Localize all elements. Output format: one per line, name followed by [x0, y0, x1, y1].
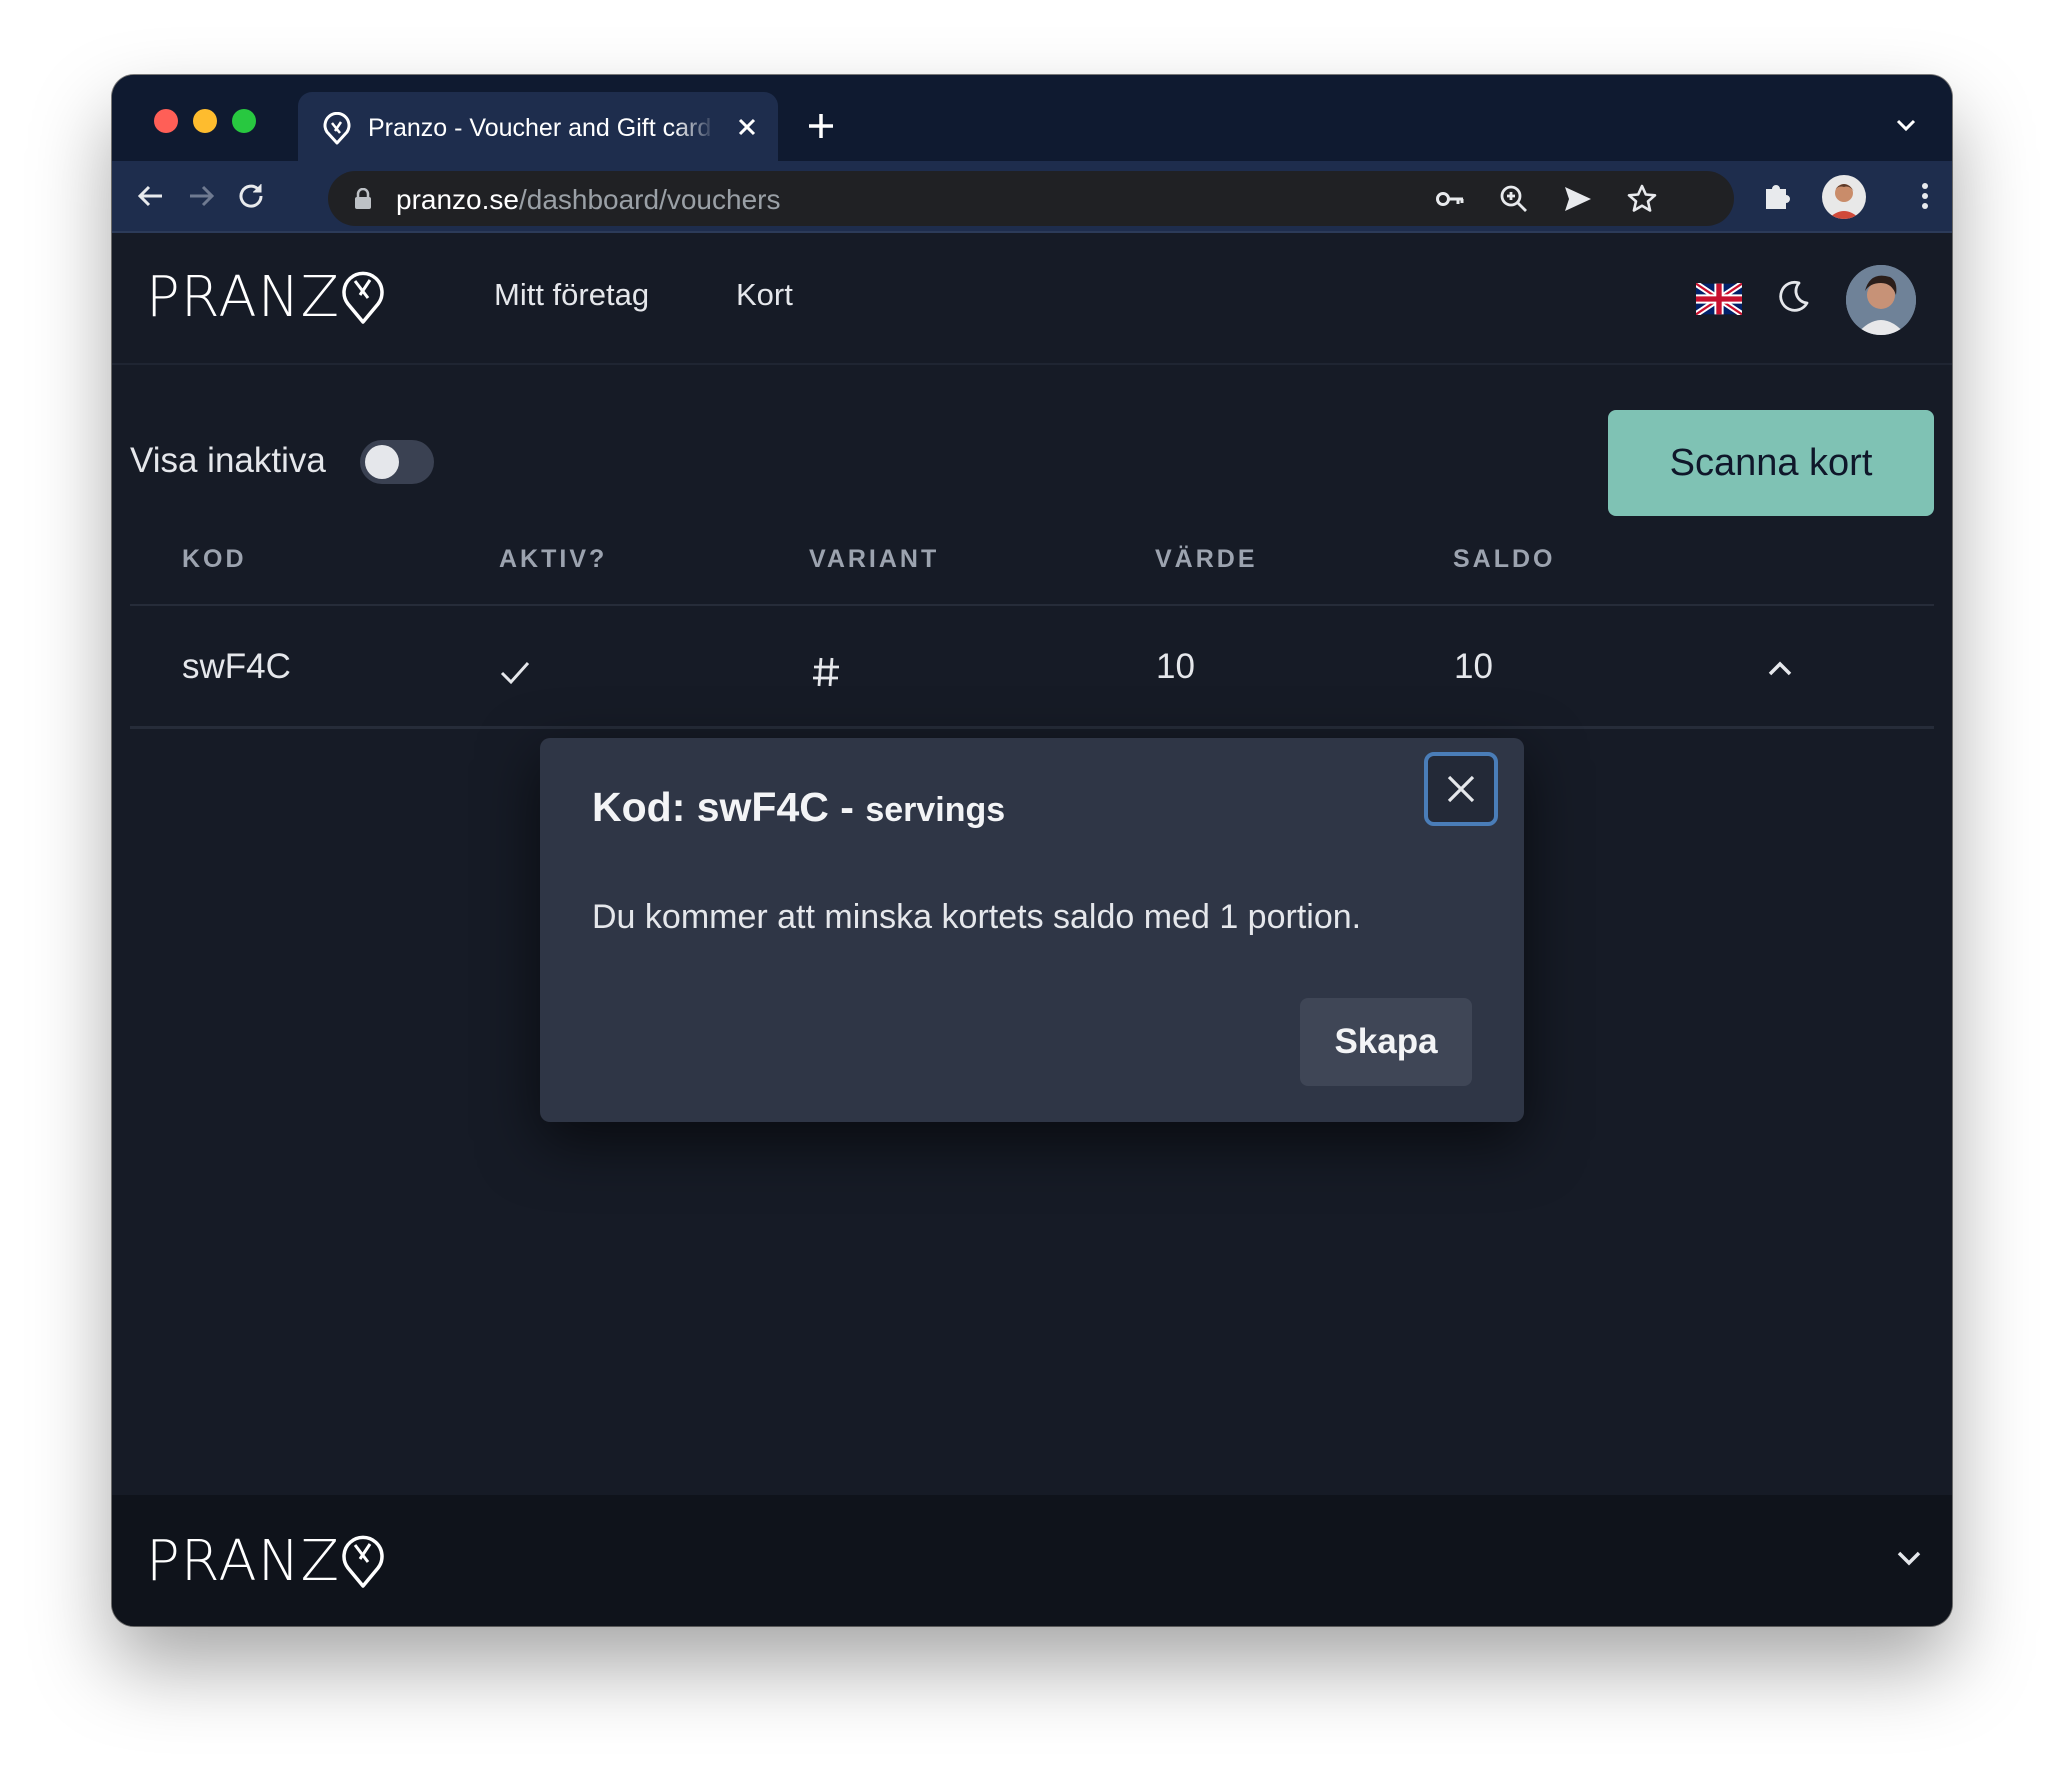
toggle-knob	[365, 445, 399, 479]
url-text: pranzo.se/dashboard/vouchers	[396, 184, 781, 215]
send-icon[interactable]	[1562, 183, 1594, 215]
create-button[interactable]: Skapa	[1300, 998, 1472, 1086]
reload-icon[interactable]	[234, 179, 268, 213]
close-icon	[1447, 775, 1475, 803]
minimize-window-button[interactable]	[193, 109, 217, 133]
footer-logo-pin-icon	[342, 1535, 385, 1588]
pranzo-favicon-icon	[323, 112, 351, 145]
show-inactive-label: Visa inaktiva	[130, 441, 326, 480]
column-header-code: KOD	[182, 545, 247, 573]
table-header-divider	[130, 604, 1934, 606]
table-row-divider	[130, 726, 1934, 729]
modal-close-button[interactable]	[1424, 752, 1498, 826]
column-header-value: VÄRDE	[1155, 545, 1258, 573]
modal-message: Du kommer att minska kortets saldo med 1…	[592, 898, 1362, 936]
chevron-up-icon[interactable]	[1764, 653, 1796, 685]
dark-mode-moon-icon[interactable]	[1775, 279, 1811, 315]
column-header-variant: VARIANT	[809, 545, 940, 573]
column-header-balance: SALDO	[1453, 545, 1556, 573]
pranzo-logo[interactable]: PRANZ	[146, 265, 386, 333]
site-footer: PRANZ	[112, 1495, 1952, 1626]
forward-arrow-icon[interactable]	[184, 179, 218, 213]
footer-chevron-down-icon[interactable]	[1894, 1543, 1924, 1573]
tab-strip: Pranzo - Voucher and Gift card	[112, 75, 1952, 161]
zoom-icon[interactable]	[1498, 183, 1530, 215]
modal-title: Kod: swF4C - servings	[592, 784, 1006, 830]
show-inactive-toggle[interactable]	[360, 440, 434, 484]
tab-search-chevron-icon[interactable]	[1894, 113, 1918, 137]
column-header-active: AKTIV?	[499, 545, 608, 573]
new-tab-icon[interactable]	[804, 109, 838, 143]
site-header: PRANZ Mitt företag Kort	[112, 233, 1952, 365]
page-content: PRANZ Mitt företag Kort Visa inaktiva Sc…	[112, 233, 1952, 1626]
password-key-icon[interactable]	[1434, 183, 1466, 215]
bookmark-star-icon[interactable]	[1626, 183, 1658, 215]
row-value: 10	[1156, 647, 1195, 686]
maximize-window-button[interactable]	[232, 109, 256, 133]
back-arrow-icon[interactable]	[134, 179, 168, 213]
address-bar[interactable]: pranzo.se/dashboard/vouchers	[328, 171, 1734, 226]
browser-menu-icon[interactable]	[1908, 179, 1942, 213]
close-tab-icon[interactable]	[732, 112, 762, 142]
lock-icon[interactable]	[354, 188, 372, 210]
close-window-button[interactable]	[154, 109, 178, 133]
uk-flag-icon[interactable]	[1696, 283, 1742, 315]
logo-pin-icon	[342, 271, 385, 324]
nav-kort[interactable]: Kort	[736, 277, 793, 313]
row-balance: 10	[1454, 647, 1493, 686]
footer-logo[interactable]: PRANZ	[146, 1529, 386, 1597]
window-controls	[154, 109, 256, 133]
decrease-balance-modal: Kod: swF4C - servings Du kommer att mins…	[540, 738, 1524, 1122]
hash-icon	[813, 657, 839, 687]
check-icon	[500, 661, 530, 685]
tab-title: Pranzo - Voucher and Gift card	[368, 114, 712, 142]
browser-profile-avatar[interactable]	[1822, 175, 1866, 219]
extensions-puzzle-icon[interactable]	[1760, 179, 1794, 213]
row-code: swF4C	[182, 647, 291, 686]
scan-card-button[interactable]: Scanna kort	[1608, 410, 1934, 516]
user-avatar[interactable]	[1846, 265, 1916, 335]
browser-window: Pranzo - Voucher and Gift card pranzo.se…	[112, 75, 1952, 1626]
tab-active[interactable]: Pranzo - Voucher and Gift card	[298, 92, 778, 161]
browser-toolbar: pranzo.se/dashboard/vouchers	[112, 161, 1952, 233]
nav-mitt-foretag[interactable]: Mitt företag	[494, 277, 649, 313]
